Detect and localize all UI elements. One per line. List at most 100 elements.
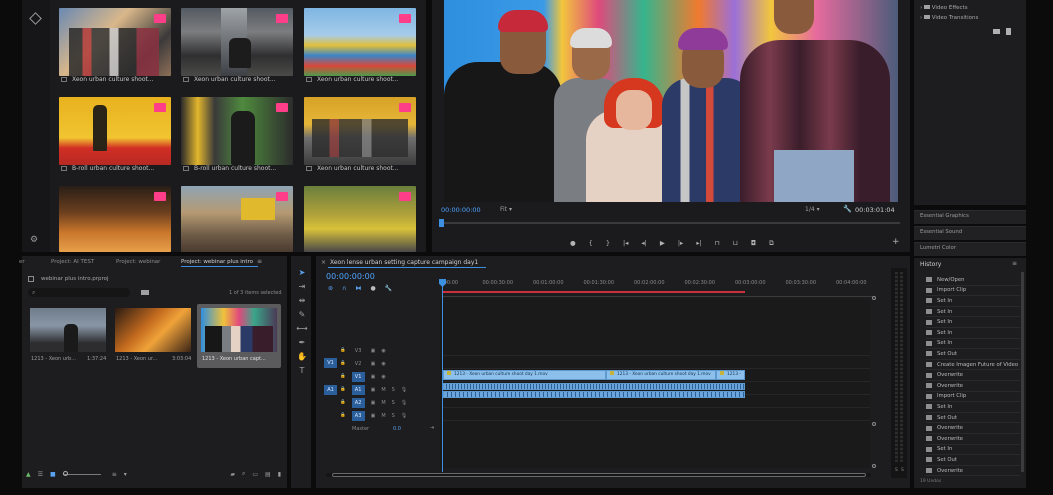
lock-icon[interactable]: 🔒 xyxy=(340,361,346,366)
play-icon[interactable]: ▶ xyxy=(660,239,665,247)
track-target-badge[interactable]: V2 xyxy=(352,359,365,369)
type-tool-icon[interactable]: T xyxy=(296,365,308,376)
mark-out-icon[interactable]: } xyxy=(606,239,610,247)
go-to-out-icon[interactable]: ▸| xyxy=(696,239,701,247)
lock-icon[interactable]: 🔒 xyxy=(340,374,346,379)
history-item[interactable]: Set In xyxy=(926,307,1020,318)
audio-clip-a1[interactable] xyxy=(443,383,745,390)
track-lane[interactable] xyxy=(443,357,870,369)
timeline-timecode[interactable]: 00:00:00:00 xyxy=(326,272,375,281)
video-clip-2[interactable]: 1213 - Xeon urban culture shoot day 1.mo… xyxy=(606,370,716,380)
source-patch-v1[interactable]: V1 xyxy=(324,358,337,368)
track-lane[interactable] xyxy=(443,409,870,421)
history-item[interactable]: Overwrite xyxy=(926,370,1020,381)
pen-tool-icon[interactable]: ✒ xyxy=(296,337,308,348)
lift-icon[interactable]: ⊓ xyxy=(715,239,720,247)
program-timecode-left[interactable]: 00:00:00:00 xyxy=(441,206,481,214)
zoom-slider[interactable] xyxy=(62,470,101,476)
hand-tool-icon[interactable]: ✋ xyxy=(296,351,308,362)
razor-tool-icon[interactable]: ✎ xyxy=(296,309,308,320)
source-patch-a1[interactable]: A1 xyxy=(324,385,337,395)
new-bin-icon[interactable] xyxy=(141,290,149,295)
extract-icon[interactable]: ⊔ xyxy=(733,239,738,247)
history-item[interactable]: Import Clip xyxy=(926,286,1020,297)
marker-icon[interactable]: ● xyxy=(570,239,576,247)
track-select-tool-icon[interactable]: ⇥ xyxy=(296,281,308,292)
history-item[interactable]: Overwrite xyxy=(926,381,1020,392)
microphone-icon[interactable]: 🎙 xyxy=(401,413,407,419)
project-clip-1[interactable] xyxy=(30,308,106,352)
history-item[interactable]: Overwrite xyxy=(926,434,1020,445)
selection-tool-icon[interactable]: ➤ xyxy=(296,267,308,278)
master-go-icon[interactable]: ⇥ xyxy=(430,425,434,431)
sync-lock-icon[interactable]: ▣ xyxy=(371,387,376,393)
tab-project-ai-test[interactable]: Project: AI TEST xyxy=(51,259,94,265)
slider-handle[interactable] xyxy=(62,470,68,476)
track-target-badge[interactable]: A1 xyxy=(351,384,365,395)
track-target-badge[interactable]: A2 xyxy=(351,397,365,408)
mute-icon[interactable]: M xyxy=(381,413,385,419)
wrench-icon[interactable]: 🔧 xyxy=(385,285,392,292)
scroll-handle[interactable] xyxy=(872,422,876,426)
media-thumbnail-8[interactable] xyxy=(181,186,293,252)
audio-clip-a2[interactable] xyxy=(443,391,745,398)
history-item[interactable]: Create Imagen Future of Video xyxy=(926,360,1020,371)
mute-icon[interactable]: M xyxy=(381,400,385,406)
lock-icon[interactable]: 🔒 xyxy=(340,348,346,353)
resolution-dropdown[interactable]: 1/4 ▾ xyxy=(805,206,820,213)
step-forward-icon[interactable]: |▸ xyxy=(678,239,683,247)
step-back-icon[interactable]: ◂| xyxy=(641,239,646,247)
go-to-in-icon[interactable]: |◂ xyxy=(623,239,628,247)
program-playhead[interactable] xyxy=(439,219,444,227)
tab-project-webinar[interactable]: Project: webinar xyxy=(116,259,160,265)
delete-icon[interactable] xyxy=(1006,28,1011,35)
tab-er[interactable]: er xyxy=(19,259,25,265)
history-item[interactable]: Overwrite xyxy=(926,423,1020,434)
work-area-bar[interactable] xyxy=(443,291,745,293)
video-clip-3[interactable]: 1213 - xyxy=(716,370,745,380)
effects-item-video-transitions[interactable]: › Video Transitions xyxy=(920,15,978,21)
media-thumbnail-4[interactable] xyxy=(59,97,171,165)
compare-icon[interactable]: ⧉ xyxy=(769,239,774,248)
search-icon[interactable]: ⌕ xyxy=(242,470,245,478)
media-thumbnail-5[interactable] xyxy=(181,97,293,165)
media-thumbnail-3[interactable] xyxy=(304,8,416,76)
lock-icon[interactable]: ▲ xyxy=(26,471,31,478)
project-clip-3[interactable] xyxy=(201,308,277,352)
scroll-handle[interactable] xyxy=(872,464,876,468)
add-button-icon[interactable]: + xyxy=(892,237,900,247)
program-scrub-bar[interactable] xyxy=(440,222,900,224)
timeline-v-scrollbar-top[interactable] xyxy=(872,296,876,396)
list-view-icon[interactable]: ☰ xyxy=(38,471,43,478)
history-item[interactable]: Import Clip xyxy=(926,392,1020,403)
timeline-h-scrollbar[interactable] xyxy=(326,473,871,477)
history-item[interactable]: Set In xyxy=(926,445,1020,456)
fit-dropdown[interactable]: Fit ▾ xyxy=(500,206,512,213)
camera-icon[interactable]: ◘ xyxy=(751,239,756,247)
sort-icon[interactable]: ≡ xyxy=(112,471,117,478)
mark-in-icon[interactable]: { xyxy=(589,239,593,247)
effects-item-video-effects[interactable]: › Video Effects xyxy=(920,5,968,11)
tab-project-webinar-plus-intro[interactable]: Project: webinar plus intro xyxy=(181,259,253,265)
sync-lock-icon[interactable]: ▣ xyxy=(371,374,376,380)
lock-icon[interactable]: 🔒 xyxy=(340,413,346,418)
sync-lock-icon[interactable]: ▣ xyxy=(371,400,376,406)
eye-icon[interactable]: ◉ xyxy=(381,374,385,380)
media-thumbnail-2[interactable] xyxy=(181,8,293,76)
track-target-badge[interactable]: A3 xyxy=(351,410,365,421)
sync-lock-icon[interactable]: ▣ xyxy=(371,348,376,354)
sync-lock-icon[interactable]: ▣ xyxy=(371,413,376,419)
timeline-v-scrollbar-bottom[interactable] xyxy=(872,420,876,470)
delete-icon[interactable]: ▮ xyxy=(278,471,281,478)
history-item[interactable]: Set Out xyxy=(926,455,1020,466)
eye-icon[interactable]: ◉ xyxy=(381,361,385,367)
tab-menu-icon[interactable]: ≡ xyxy=(257,258,262,265)
history-item[interactable]: Set In xyxy=(926,296,1020,307)
scrollbar-thumb[interactable] xyxy=(332,473,866,477)
history-item[interactable]: New/Open xyxy=(926,275,1020,286)
history-item[interactable]: Set Out xyxy=(926,349,1020,360)
track-lane[interactable] xyxy=(443,344,870,356)
search-input[interactable]: ⌕ xyxy=(28,288,130,297)
history-item[interactable]: Set In xyxy=(926,328,1020,339)
sequence-name[interactable]: Xeon lense urban setting capture campaig… xyxy=(330,259,478,266)
